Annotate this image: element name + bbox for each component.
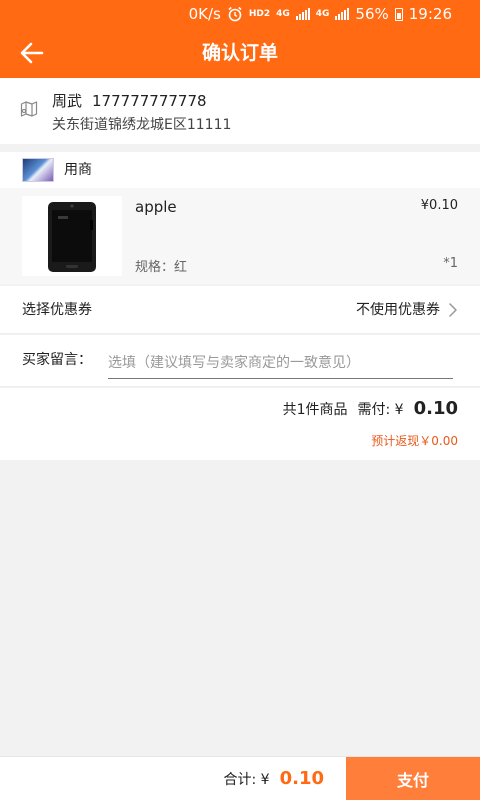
order-total: 合计: ¥ 0.10: [224, 757, 325, 800]
recipient-name: 周武: [52, 92, 83, 110]
pay-label: 需付: ¥: [357, 402, 404, 418]
hd-label: HD2: [248, 9, 271, 19]
status-bar: 0K/s HD2 4G 4G 56% 19:26: [0, 0, 480, 28]
rebate-text: 预计返现￥0.00: [371, 434, 458, 448]
order-summary: 共1件商品 需付: ¥ 0.10 预计返现￥0.00: [0, 388, 480, 460]
total-label: 合计: ¥: [223, 772, 270, 788]
pay-amount: 0.10: [413, 398, 458, 419]
address-detail: 关东街道锦绣龙城E区11111: [52, 117, 232, 133]
buyer-message-row: 买家留言：: [0, 335, 480, 387]
coupon-row[interactable]: 选择优惠券 不使用优惠券: [0, 286, 480, 334]
signal-icon-2: [335, 8, 350, 20]
battery-percent: 56%: [355, 5, 389, 23]
alarm-icon: [228, 6, 242, 22]
summary-total-line: 共1件商品 需付: ¥ 0.10: [283, 398, 458, 419]
item-count: 共1件商品: [282, 402, 348, 418]
battery-icon: [394, 7, 403, 21]
recipient-phone: 177777777778: [92, 92, 207, 110]
product-spec: 规格：红: [135, 260, 188, 275]
signal-label-1: 4G: [276, 9, 290, 19]
shop-logo: [22, 158, 54, 182]
signal-label-2: 4G: [315, 9, 330, 19]
product-quantity: *1: [443, 256, 458, 271]
product-name: apple: [135, 198, 177, 216]
product-item[interactable]: apple ¥0.10 规格：红 *1: [0, 188, 480, 284]
coupon-label: 选择优惠券: [22, 302, 92, 318]
network-speed: 0K/s: [188, 5, 221, 23]
product-price: ¥0.10: [420, 198, 458, 213]
product-image: [22, 196, 122, 276]
shop-name: 用商: [64, 162, 92, 178]
shop-header: 用商: [0, 152, 480, 188]
buyer-message-label: 买家留言：: [22, 352, 92, 368]
signal-icon: [295, 8, 310, 20]
title-bar: 确认订单: [0, 28, 480, 78]
page-title: 确认订单: [201, 42, 278, 64]
address-card[interactable]: 周武 177777777778 关东街道锦绣龙城E区11111: [0, 78, 480, 144]
bottom-bar: 合计: ¥ 0.10 支付: [0, 756, 480, 800]
map-icon: [20, 101, 38, 117]
chevron-right-icon: [449, 303, 457, 317]
total-amount: 0.10: [279, 768, 324, 789]
buyer-message-input[interactable]: [108, 347, 453, 379]
recipient-line: 周武 177777777778: [52, 90, 207, 111]
coupon-value: 不使用优惠券: [356, 302, 440, 318]
pay-button[interactable]: 支付: [346, 757, 480, 800]
clock: 19:26: [408, 5, 452, 23]
